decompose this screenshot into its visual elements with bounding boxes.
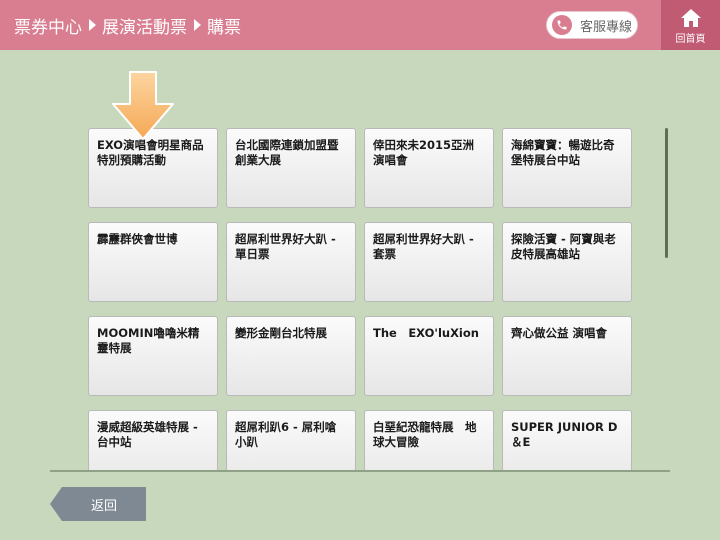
event-card[interactable]: 倖田來未2015亞洲演唱會 bbox=[364, 128, 494, 208]
event-title: MOOMIN嚕嚕米精靈特展 bbox=[97, 326, 200, 355]
event-title: 海綿寶寶：暢遊比奇堡特展台中站 bbox=[511, 138, 615, 167]
event-card[interactable]: 齊心做公益 演唱會 bbox=[502, 316, 632, 396]
event-card[interactable]: 海綿寶寶：暢遊比奇堡特展台中站 bbox=[502, 128, 632, 208]
breadcrumb-separator-icon bbox=[89, 19, 96, 31]
scrollbar[interactable] bbox=[665, 128, 668, 258]
event-title: 變形金剛台北特展 bbox=[235, 326, 327, 340]
event-card[interactable]: 霹靂群俠會世博 bbox=[88, 222, 218, 302]
event-title: 倖田來未2015亞洲演唱會 bbox=[373, 138, 475, 167]
customer-service-button[interactable]: 客服專線 bbox=[546, 11, 638, 39]
event-title: 霹靂群俠會世博 bbox=[97, 232, 178, 246]
header-bar: 票券中心 展演活動票 購票 客服專線 回首頁 bbox=[0, 0, 720, 50]
breadcrumb-event-tickets[interactable]: 展演活動票 bbox=[102, 13, 187, 38]
back-label: 返回 bbox=[90, 498, 117, 514]
event-card[interactable]: 超屌利世界好大趴 - 單日票 bbox=[226, 222, 356, 302]
home-button[interactable]: 回首頁 bbox=[661, 0, 720, 50]
down-arrow-icon bbox=[112, 71, 174, 140]
event-grid: EXO演唱會明星商品特別預購活動 台北國際連鎖加盟暨創業大展 倖田來未2015亞… bbox=[88, 128, 633, 470]
event-card[interactable]: 漫威超級英雄特展 - 台中站 bbox=[88, 410, 218, 470]
event-card[interactable]: 超屌利趴6 - 屌利嗆小趴 bbox=[226, 410, 356, 470]
back-button[interactable]: 返回 bbox=[50, 487, 146, 521]
breadcrumb-purchase: 購票 bbox=[207, 17, 241, 38]
breadcrumb-ticket-center[interactable]: 票券中心 bbox=[14, 13, 82, 38]
event-title: 齊心做公益 演唱會 bbox=[511, 326, 608, 340]
event-card[interactable]: MOOMIN嚕嚕米精靈特展 bbox=[88, 316, 218, 396]
phone-icon bbox=[552, 15, 572, 35]
customer-service-label: 客服專線 bbox=[580, 19, 633, 35]
event-title: 超屌利世界好大趴 - 單日票 bbox=[235, 232, 336, 261]
home-icon bbox=[680, 9, 701, 27]
breadcrumb: 票券中心 展演活動票 購票 bbox=[14, 0, 241, 50]
event-card[interactable]: 台北國際連鎖加盟暨創業大展 bbox=[226, 128, 356, 208]
event-title: SUPER JUNIOR D＆E bbox=[511, 420, 618, 449]
breadcrumb-separator-icon bbox=[194, 19, 201, 31]
event-title: 探險活寶 - 阿寶與老皮特展高雄站 bbox=[511, 232, 616, 261]
event-card[interactable]: 白堊紀恐龍特展 地球大冒險 bbox=[364, 410, 494, 470]
event-title: The EXO'luXion bbox=[373, 326, 479, 340]
footer-divider bbox=[50, 470, 670, 472]
event-title: 白堊紀恐龍特展 地球大冒險 bbox=[373, 420, 477, 449]
event-card[interactable]: 變形金剛台北特展 bbox=[226, 316, 356, 396]
event-card[interactable]: 探險活寶 - 阿寶與老皮特展高雄站 bbox=[502, 222, 632, 302]
event-title: 漫威超級英雄特展 - 台中站 bbox=[97, 420, 198, 449]
event-title: 超屌利世界好大趴 - 套票 bbox=[373, 232, 474, 261]
event-card[interactable]: SUPER JUNIOR D＆E bbox=[502, 410, 632, 470]
event-card[interactable]: 超屌利世界好大趴 - 套票 bbox=[364, 222, 494, 302]
home-label: 回首頁 bbox=[675, 34, 706, 45]
event-title: 台北國際連鎖加盟暨創業大展 bbox=[235, 138, 339, 167]
event-title: EXO演唱會明星商品特別預購活動 bbox=[97, 138, 204, 167]
event-card[interactable]: The EXO'luXion bbox=[364, 316, 494, 396]
event-title: 超屌利趴6 - 屌利嗆小趴 bbox=[235, 420, 337, 449]
